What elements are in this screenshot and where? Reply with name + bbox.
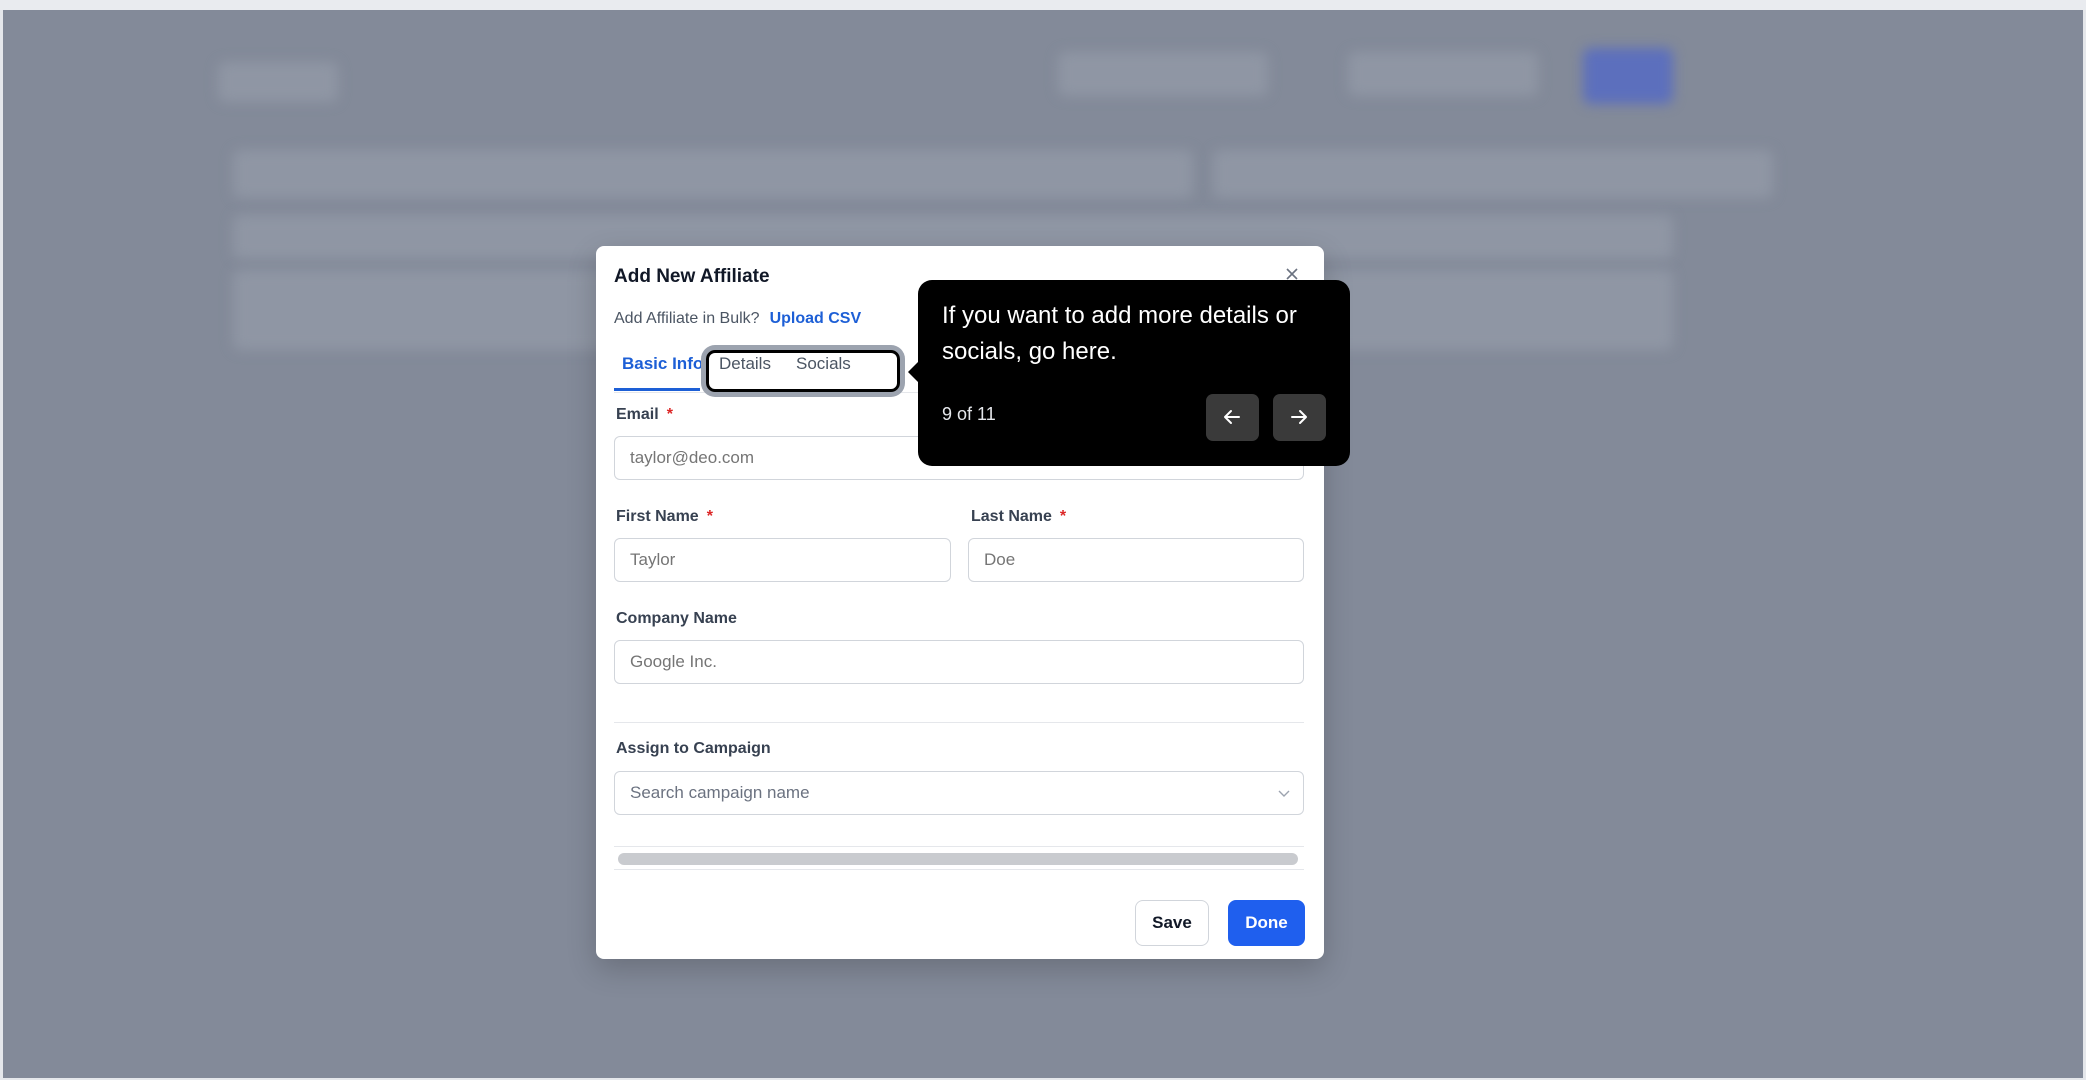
blurred-header-controls <box>1058 52 1268 96</box>
email-label: Email * <box>616 406 673 424</box>
required-marker: * <box>1059 508 1067 525</box>
first-name-label-text: First Name <box>616 508 699 525</box>
tab-basic-info[interactable]: Basic Info <box>622 354 703 374</box>
bulk-text: Add Affiliate in Bulk? <box>614 310 760 327</box>
tour-tooltip: If you want to add more details or socia… <box>908 280 1350 466</box>
next-step-button[interactable] <box>1273 394 1326 441</box>
save-button[interactable]: Save <box>1135 900 1209 946</box>
tab-socials[interactable]: Socials <box>796 354 851 374</box>
arrow-left-icon <box>1224 410 1240 424</box>
required-marker: * <box>666 406 673 423</box>
blurred-logo <box>218 62 338 102</box>
campaign-select[interactable]: Search campaign name <box>614 771 1304 815</box>
first-name-field[interactable] <box>614 538 951 582</box>
done-button[interactable]: Done <box>1228 900 1305 946</box>
horizontal-scrollbar[interactable] <box>614 846 1304 870</box>
arrow-right-icon <box>1291 410 1307 424</box>
previous-step-button[interactable] <box>1206 394 1259 441</box>
blurred-filters <box>1213 150 1773 198</box>
modal-title: Add New Affiliate <box>614 266 770 287</box>
scrollbar-thumb[interactable] <box>618 853 1298 865</box>
company-name-label: Company Name <box>616 610 737 627</box>
last-name-label: Last Name * <box>971 508 1066 526</box>
blurred-search-bar <box>233 150 1193 198</box>
last-name-label-text: Last Name <box>971 508 1052 525</box>
campaign-placeholder: Search campaign name <box>630 783 810 802</box>
first-name-label: First Name * <box>616 508 713 526</box>
company-name-field[interactable] <box>614 640 1304 684</box>
upload-csv-link[interactable]: Upload CSV <box>770 310 862 327</box>
tab-details[interactable]: Details <box>719 354 771 374</box>
campaign-label: Assign to Campaign <box>616 740 771 757</box>
required-marker: * <box>706 508 713 525</box>
last-name-field[interactable] <box>968 538 1304 582</box>
tour-step-counter: 9 of 11 <box>942 404 996 424</box>
section-divider <box>614 722 1304 723</box>
blurred-header-controls-2 <box>1348 52 1538 96</box>
tooltip-pointer <box>908 362 918 382</box>
browser-top-strip <box>0 0 2086 10</box>
bulk-upload-row: Add Affiliate in Bulk? Upload CSV <box>614 310 861 328</box>
email-label-text: Email <box>616 406 659 423</box>
tooltip-text: If you want to add more details or socia… <box>942 302 1297 365</box>
chevron-down-icon <box>1278 790 1290 797</box>
active-tab-indicator <box>614 388 700 391</box>
blurred-primary-button <box>1583 48 1673 104</box>
